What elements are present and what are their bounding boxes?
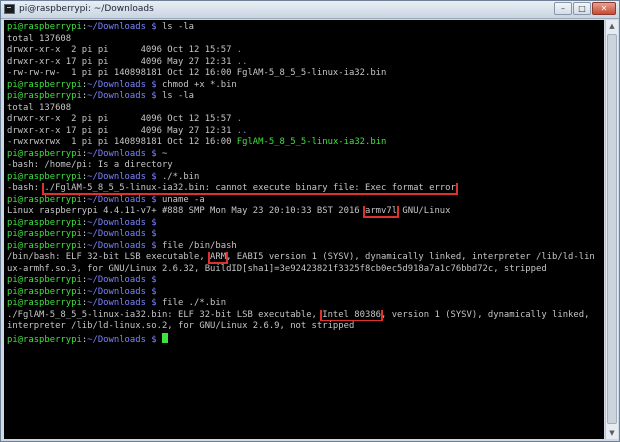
output-line: ./FglAM-5_8_5_5-linux-ia32.bin: ELF 32-b… [7, 309, 603, 321]
prompt-user: pi@raspberrypi [7, 79, 82, 90]
command-text: file /bin/bash [161, 240, 237, 251]
output-line: -rwxrwxrwx 1 pi pi 140898181 Oct 12 16:0… [7, 137, 603, 149]
dir-name: .. [236, 56, 248, 67]
command-text: uname -a [161, 194, 205, 205]
prompt-user: pi@raspberrypi [7, 229, 82, 239]
command-text: file ./*.bin [161, 298, 227, 308]
dir-name: .. [236, 125, 248, 136]
prompt-user: pi@raspberrypi [7, 240, 82, 251]
command-text: ./*.bin [161, 171, 200, 182]
prompt-line: pi@raspberrypi:~/Downloads $ ./*.bin [7, 172, 603, 184]
command-text: ~ [161, 148, 168, 159]
prompt-line: pi@raspberrypi:~/Downloads $ [7, 287, 603, 299]
error-line: -bash: ./FglAM-5_8_5_5-linux-ia32.bin: c… [7, 183, 603, 195]
output-line: /bin/bash: ELF 32-bit LSB executable, AR… [7, 252, 603, 264]
intel-80386-highlight: Intel 80386 [320, 309, 384, 321]
prompt-user: pi@raspberrypi [7, 171, 82, 182]
prompt-path: ~/Downloads $ [87, 217, 162, 228]
text-cursor [161, 332, 168, 343]
prompt-line: pi@raspberrypi:~/Downloads $ [7, 332, 603, 345]
output-text: GNU/Linux [397, 206, 451, 216]
prompt-path: ~/Downloads $ [87, 298, 162, 308]
command-text: ls -la [161, 91, 195, 101]
prompt-path: ~/Downloads $ [87, 240, 162, 251]
scrollbar-thumb[interactable] [607, 34, 617, 424]
close-button[interactable]: ✕ [592, 2, 616, 15]
prompt-path: ~/Downloads $ [87, 286, 162, 297]
prompt-user: pi@raspberrypi [7, 286, 82, 297]
title-bar[interactable]: pi@raspberrypi: ~/Downloads – □ ✕ [1, 1, 619, 19]
prompt-path: ~/Downloads $ [87, 91, 162, 101]
prompt-path: ~/Downloads $ [87, 79, 162, 90]
prompt-line: pi@raspberrypi:~/Downloads $ chmod +x *.… [7, 80, 603, 92]
scroll-down-icon[interactable]: ▼ [606, 427, 618, 439]
arm-highlight: ARM [208, 252, 229, 264]
output-line: drwxr-xr-x 17 pi pi 4096 May 27 12:31 .. [7, 57, 603, 69]
output-text: drwxr-xr-x 17 pi pi 4096 May 27 12:31 [7, 56, 237, 67]
prompt-user: pi@raspberrypi [7, 217, 82, 228]
prompt-line: pi@raspberrypi:~/Downloads $ [7, 229, 603, 241]
prompt-user: pi@raspberrypi [7, 298, 82, 308]
error-line: -bash: /home/pi: Is a directory [7, 160, 173, 170]
output-line: total 137608 [7, 33, 72, 44]
dir-name: . [236, 114, 243, 124]
output-text: , EABI5 version 1 (SYSV), dynamically li… [226, 252, 595, 262]
output-text: /bin/bash: ELF 32-bit LSB executable, [7, 252, 211, 262]
prompt-line: pi@raspberrypi:~/Downloads $ uname -a [7, 195, 603, 207]
prompt-line: pi@raspberrypi:~/Downloads $ ~ [7, 149, 603, 161]
prompt-user: pi@raspberrypi [7, 91, 82, 101]
output-text: Linux raspberrypi 4.4.11-v7+ #888 SMP Mo… [7, 206, 365, 216]
prompt-path: ~/Downloads $ [87, 334, 162, 345]
prompt-path: ~/Downloads $ [87, 194, 162, 205]
command-text: chmod +x *.bin [161, 79, 237, 90]
output-line: drwxr-xr-x 17 pi pi 4096 May 27 12:31 .. [7, 126, 603, 138]
prompt-user: pi@raspberrypi [7, 148, 82, 159]
minimize-button[interactable]: – [554, 2, 572, 15]
output-line: interpreter /lib/ld-linux.so.2, for GNU/… [7, 321, 355, 331]
terminal-lines: pi@raspberrypi:~/Downloads $ ls -la tota… [7, 22, 603, 344]
output-line: -rw-rw-rw- 1 pi pi 140898181 Oct 12 16:0… [7, 68, 387, 78]
terminal-app-icon [4, 4, 15, 14]
terminal-output[interactable]: pi@raspberrypi:~/Downloads $ ls -la tota… [4, 20, 604, 439]
command-text: ls -la [161, 22, 195, 32]
prompt-user: pi@raspberrypi [7, 22, 82, 32]
prompt-line: pi@raspberrypi:~/Downloads $ ls -la [7, 22, 603, 34]
scroll-up-icon[interactable]: ▲ [606, 20, 618, 32]
exec-format-error-highlight: ./FglAM-5_8_5_5-linux-ia32.bin: cannot e… [42, 183, 458, 195]
prompt-line: pi@raspberrypi:~/Downloads $ file /bin/b… [7, 241, 603, 253]
prompt-path: ~/Downloads $ [87, 275, 162, 285]
output-line: Linux raspberrypi 4.4.11-v7+ #888 SMP Mo… [7, 206, 603, 218]
armv7l-highlight: armv7l [362, 206, 400, 218]
output-text: drwxr-xr-x 2 pi pi 4096 Oct 12 15:57 [7, 114, 237, 124]
output-line: ux-armhf.so.3, for GNU/Linux 2.6.32, Bui… [7, 263, 547, 274]
maximize-button[interactable]: □ [573, 2, 591, 15]
prompt-path: ~/Downloads $ [87, 148, 162, 159]
output-text: -bash: [7, 183, 45, 193]
executable-name: FglAM-5_8_5_5-linux-ia32.bin [236, 137, 387, 147]
output-line: drwxr-xr-x 2 pi pi 4096 Oct 12 15:57 . [7, 114, 603, 126]
prompt-line: pi@raspberrypi:~/Downloads $ [7, 218, 603, 230]
output-text: ./FglAM-5_8_5_5-linux-ia32.bin: ELF 32-b… [7, 309, 323, 320]
prompt-path: ~/Downloads $ [87, 229, 162, 239]
window-title: pi@raspberrypi: ~/Downloads [19, 4, 154, 14]
window-controls: – □ ✕ [553, 2, 616, 16]
prompt-user: pi@raspberrypi [7, 334, 82, 345]
vertical-scrollbar[interactable]: ▲ ▼ [605, 20, 618, 439]
prompt-user: pi@raspberrypi [7, 275, 82, 285]
output-text: , version 1 (SYSV), dynamically linked, [381, 309, 590, 320]
output-text: drwxr-xr-x 2 pi pi 4096 Oct 12 15:57 [7, 45, 237, 55]
output-line: total 137608 [7, 102, 72, 113]
output-text: -rwxrwxrwx 1 pi pi 140898181 Oct 12 16:0… [7, 137, 237, 147]
prompt-path: ~/Downloads $ [87, 171, 162, 182]
prompt-line: pi@raspberrypi:~/Downloads $ [7, 275, 603, 287]
prompt-user: pi@raspberrypi [7, 194, 82, 205]
terminal-window: pi@raspberrypi: ~/Downloads – □ ✕ pi@ras… [0, 0, 620, 442]
output-line: drwxr-xr-x 2 pi pi 4096 Oct 12 15:57 . [7, 45, 603, 57]
prompt-line: pi@raspberrypi:~/Downloads $ ls -la [7, 91, 603, 103]
output-text: drwxr-xr-x 17 pi pi 4096 May 27 12:31 [7, 125, 237, 136]
dir-name: . [236, 45, 243, 55]
prompt-line: pi@raspberrypi:~/Downloads $ file ./*.bi… [7, 298, 603, 310]
prompt-path: ~/Downloads $ [87, 22, 162, 32]
